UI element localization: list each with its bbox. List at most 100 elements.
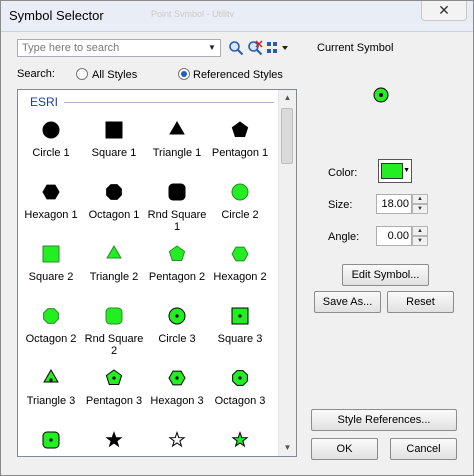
symbol-cell-rnd-square-1[interactable]: Rnd Square 1: [144, 182, 210, 242]
symbol-label: Triangle 1: [152, 147, 202, 159]
symbol-label: Hexagon 3: [150, 395, 204, 407]
circle-1-icon: [42, 121, 60, 139]
triangle-1-icon: [169, 121, 185, 135]
ok-button[interactable]: OK: [311, 438, 378, 460]
referenced-styles-radio[interactable]: [178, 68, 190, 80]
symbol-cell-circle-3[interactable]: Circle 3: [144, 306, 210, 366]
pentagon-3-icon: [105, 369, 123, 385]
octagon-1-icon: [106, 184, 122, 200]
save-as-button[interactable]: Save As...: [314, 291, 381, 313]
size-label: Size:: [328, 199, 353, 211]
close-button[interactable]: ✕: [421, 1, 467, 21]
hexagon-1-icon: [42, 184, 60, 200]
size-spinner[interactable]: ▲ ▼: [376, 194, 428, 214]
symbol-cell-hexagon-2[interactable]: Hexagon 2: [207, 244, 273, 304]
symbol-cell-pentagon-1[interactable]: Pentagon 1: [207, 120, 273, 180]
symbol-label: Rnd Square 2: [84, 333, 144, 357]
symbol-label: Square 2: [28, 271, 74, 283]
square-2-icon: [42, 245, 60, 263]
symbol-label: Square 1: [91, 147, 137, 159]
triangle-3-icon: [43, 369, 59, 383]
symbol-label: Octagon 1: [88, 209, 140, 221]
search-icon[interactable]: [228, 40, 244, 56]
symbol-label: Octagon 2: [25, 333, 77, 345]
hexagon-2-icon: [231, 246, 249, 262]
octagon-3-icon: [232, 370, 248, 386]
close-icon: ✕: [438, 2, 450, 18]
reset-button[interactable]: Reset: [387, 291, 454, 313]
star-2-icon: [168, 430, 186, 448]
symbol-cell-pentagon-2[interactable]: Pentagon 2: [144, 244, 210, 304]
triangle-2-icon: [106, 245, 122, 259]
search-history-dropdown[interactable]: ▼: [205, 41, 219, 55]
symbol-gallery[interactable]: ESRI Circle 1 Square 1 Triangle 1 Pentagon …: [17, 89, 297, 457]
scroll-down-icon[interactable]: ▼: [279, 440, 296, 456]
symbol-label: Circle 3: [158, 333, 196, 345]
symbol-label: Pentagon 1: [211, 147, 269, 159]
symbol-cell-square-3[interactable]: Square 3: [207, 306, 273, 366]
symbol-cell-circle-1[interactable]: Circle 1: [18, 120, 84, 180]
symbol-cell-star-3[interactable]: [207, 430, 273, 456]
symbol-label: Hexagon 2: [213, 271, 267, 283]
scroll-up-icon[interactable]: ▲: [279, 90, 296, 106]
symbol-cell-square-2[interactable]: Square 2: [18, 244, 84, 304]
symbol-cell-octagon-2[interactable]: Octagon 2: [18, 306, 84, 366]
symbol-cell-octagon-3[interactable]: Octagon 3: [207, 368, 273, 428]
hexagon-3-icon: [168, 370, 186, 386]
size-down-icon[interactable]: ▼: [412, 204, 428, 214]
rnd-square-3-icon: [42, 431, 60, 449]
style-references-button[interactable]: Style References...: [311, 409, 457, 431]
symbol-cell-square-1[interactable]: Square 1: [81, 120, 147, 180]
angle-spinner[interactable]: ▲ ▼: [376, 226, 428, 246]
vertical-scrollbar[interactable]: ▲ ▼: [278, 90, 296, 456]
symbol-label: Octagon 3: [214, 395, 266, 407]
color-picker[interactable]: ▼: [378, 159, 412, 183]
symbol-label: Rnd Square 1: [147, 209, 207, 233]
symbol-cell-hexagon-3[interactable]: Hexagon 3: [144, 368, 210, 428]
square-3-icon: [231, 307, 249, 325]
referenced-styles-label[interactable]: Referenced Styles: [193, 69, 283, 81]
symbol-cell-triangle-1[interactable]: Triangle 1: [144, 120, 210, 180]
clear-search-icon[interactable]: [247, 40, 263, 56]
circle-3-icon: [168, 307, 186, 325]
symbol-cell-triangle-3[interactable]: Triangle 3: [18, 368, 84, 428]
search-scope-label: Search:: [17, 68, 55, 80]
symbol-cell-rnd-square-3[interactable]: [18, 430, 84, 456]
angle-input[interactable]: [376, 226, 412, 246]
group-divider: [64, 102, 274, 103]
octagon-2-icon: [43, 308, 59, 324]
symbol-cell-rnd-square-2[interactable]: Rnd Square 2: [81, 306, 147, 366]
pentagon-1-icon: [231, 121, 249, 137]
pentagon-2-icon: [168, 245, 186, 261]
symbol-cell-hexagon-1[interactable]: Hexagon 1: [18, 182, 84, 242]
symbol-cell-star-1[interactable]: [81, 430, 147, 456]
symbol-label: Pentagon 2: [148, 271, 206, 283]
search-box[interactable]: ▼: [17, 39, 221, 57]
all-styles-radio[interactable]: [76, 68, 88, 80]
search-input[interactable]: [18, 40, 212, 56]
symbol-cell-octagon-1[interactable]: Octagon 1: [81, 182, 147, 242]
star-3-icon: [231, 430, 249, 448]
all-styles-label[interactable]: All Styles: [92, 69, 137, 81]
size-up-icon[interactable]: ▲: [412, 194, 428, 204]
circle-2-icon: [231, 183, 249, 201]
color-label: Color:: [328, 167, 358, 179]
window-subtitle: Point Symbol - Utility: [151, 9, 235, 17]
symbol-cell-pentagon-3[interactable]: Pentagon 3: [81, 368, 147, 428]
symbol-label: Circle 2: [221, 209, 259, 221]
angle-up-icon[interactable]: ▲: [412, 226, 428, 236]
edit-symbol-button[interactable]: Edit Symbol...: [342, 264, 429, 286]
view-options-icon[interactable]: [266, 40, 290, 56]
symbol-cell-star-2[interactable]: [144, 430, 210, 456]
size-input[interactable]: [376, 194, 412, 214]
cancel-button[interactable]: Cancel: [390, 438, 457, 460]
angle-down-icon[interactable]: ▼: [412, 236, 428, 246]
title-bar[interactable]: Symbol Selector Point Symbol - Utility ✕: [1, 1, 473, 32]
symbol-cell-circle-2[interactable]: Circle 2: [207, 182, 273, 242]
symbol-cell-triangle-2[interactable]: Triangle 2: [81, 244, 147, 304]
color-swatch: [381, 163, 403, 179]
symbol-label: Circle 1: [32, 147, 70, 159]
current-symbol-title: Current Symbol: [317, 42, 394, 54]
current-symbol-preview: [373, 87, 389, 103]
scroll-thumb[interactable]: [281, 108, 293, 164]
